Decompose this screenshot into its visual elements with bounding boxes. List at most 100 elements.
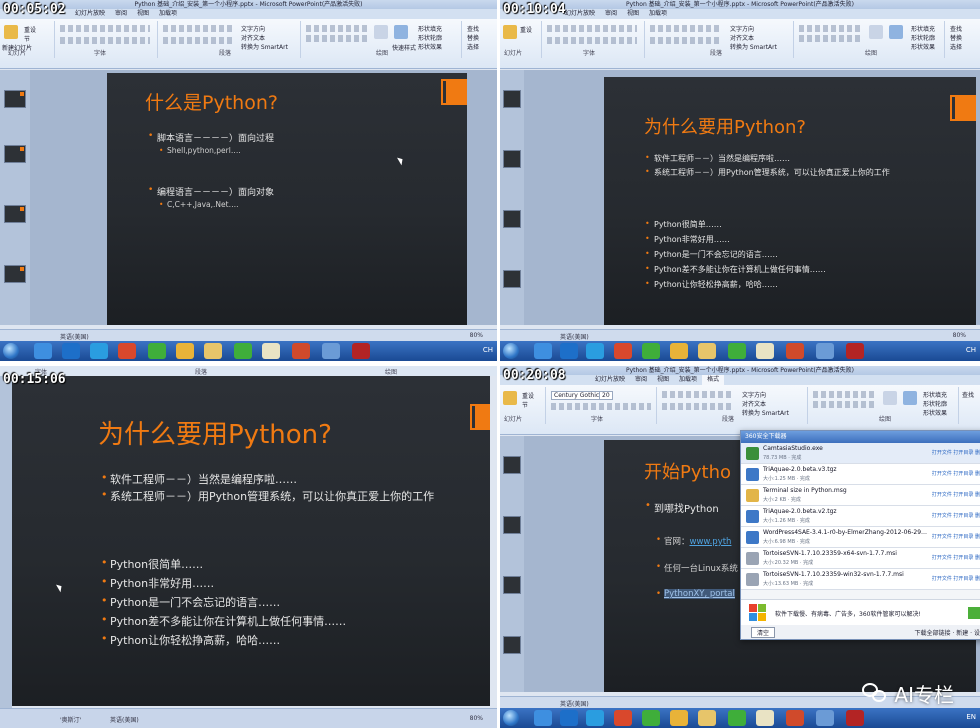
folder-icon[interactable] <box>204 343 222 359</box>
select-button[interactable]: 选择 <box>950 42 962 51</box>
new-slide-icon[interactable] <box>503 391 517 405</box>
slide-thumbnail[interactable] <box>503 210 521 228</box>
taskbar-app-icon[interactable] <box>560 710 578 726</box>
para-row-1[interactable] <box>650 25 722 32</box>
taskbar-app-icon[interactable] <box>560 343 578 359</box>
taskbar-app-icon[interactable] <box>816 343 834 359</box>
slide-thumbnails-pane[interactable] <box>500 436 524 692</box>
powerpoint-icon[interactable] <box>786 343 804 359</box>
taskbar-app-icon[interactable] <box>728 710 746 726</box>
arrange-icon[interactable] <box>374 25 388 39</box>
shape-outline-label[interactable]: 形状轮廓 <box>923 399 947 408</box>
taskbar-app-icon[interactable] <box>148 343 166 359</box>
font-row-1[interactable] <box>547 25 637 32</box>
taskbar-app-icon[interactable] <box>234 343 252 359</box>
font-row-1[interactable] <box>60 25 150 32</box>
taskbar-app-icon[interactable] <box>534 343 552 359</box>
tray-language[interactable]: CH <box>966 346 976 354</box>
slide-thumbnail[interactable] <box>503 90 521 108</box>
shape-outline-label[interactable]: 形状轮廓 <box>911 33 935 42</box>
find-button[interactable]: 查找 <box>962 390 974 399</box>
start-button-icon[interactable] <box>503 343 519 359</box>
taskbar-app-icon[interactable] <box>534 710 552 726</box>
replace-button[interactable]: 替换 <box>467 33 479 42</box>
tray-language[interactable]: CH <box>483 346 493 354</box>
shape-fill-label[interactable]: 形状填充 <box>923 390 947 399</box>
slide-thumbnail[interactable] <box>503 456 521 474</box>
new-slide-icon[interactable] <box>4 25 18 39</box>
download-actions[interactable]: 打开文件 打开目录 删 <box>932 533 980 540</box>
quick-styles-icon[interactable] <box>394 25 408 39</box>
tab-view[interactable]: 视图 <box>622 9 644 19</box>
shape-fill-label[interactable]: 形状填充 <box>418 24 442 33</box>
smartart-label[interactable]: 转换为 SmartArt <box>241 42 288 51</box>
slide-thumbnail[interactable] <box>4 265 26 283</box>
quick-styles-icon[interactable] <box>889 25 903 39</box>
powerpoint-icon[interactable] <box>292 343 310 359</box>
taskbar-app-icon[interactable] <box>118 343 136 359</box>
slide-thumbnail[interactable] <box>503 516 521 534</box>
taskbar-app-icon[interactable] <box>642 343 660 359</box>
slide-thumbnails-pane[interactable] <box>500 70 524 325</box>
taskbar-app-icon[interactable] <box>322 343 340 359</box>
para-row-1[interactable] <box>662 391 734 398</box>
download-actions[interactable]: 打开文件 打开目录 删 <box>932 575 980 582</box>
reset-label[interactable]: 重设 <box>520 25 532 34</box>
download-actions[interactable]: 打开文件 打开目录 删 <box>932 554 980 561</box>
para-row-2[interactable] <box>163 37 235 44</box>
new-download-option[interactable]: 新建 <box>956 630 968 637</box>
align-text-label[interactable]: 对齐文本 <box>730 33 754 42</box>
taskbar-app-icon[interactable] <box>728 343 746 359</box>
slide-thumbnail[interactable] <box>503 150 521 168</box>
font-name-select[interactable]: Century Gothic <box>551 391 603 400</box>
tab-review[interactable]: 审阅 <box>630 375 652 385</box>
taskbar-app-icon[interactable] <box>34 343 52 359</box>
download-actions[interactable]: 打开文件 打开目录 删 <box>932 449 980 456</box>
tab-slideshow[interactable]: 幻灯片放映 <box>590 375 630 385</box>
shapes-row-2[interactable] <box>306 35 370 42</box>
promo-action-button[interactable] <box>968 607 980 619</box>
ie-icon[interactable] <box>586 710 604 726</box>
taskbar-app-icon[interactable] <box>614 710 632 726</box>
smartart-label[interactable]: 转换为 SmartArt <box>730 42 777 51</box>
tab-addins[interactable]: 加载项 <box>154 9 182 19</box>
text-direction-label[interactable]: 文字方向 <box>742 390 766 399</box>
shape-outline-label[interactable]: 形状轮廓 <box>418 33 442 42</box>
slide-thumbnail[interactable] <box>4 205 26 223</box>
taskbar-app-icon[interactable] <box>262 343 280 359</box>
download-item[interactable]: TortoiseSVN-1.7.10.23359-x64-svn-1.7.7.m… <box>741 548 980 569</box>
taskbar-app-icon[interactable] <box>756 343 774 359</box>
text-direction-label[interactable]: 文字方向 <box>730 24 754 33</box>
tab-addins[interactable]: 加载项 <box>674 375 702 385</box>
shapes-row-2[interactable] <box>813 401 877 408</box>
tab-slideshow[interactable]: 幻灯片放映 <box>70 9 110 19</box>
zoom-level[interactable]: 80% <box>470 715 483 722</box>
para-row-1[interactable] <box>163 25 235 32</box>
download-all-links-option[interactable]: 下载全部链接 <box>914 630 950 637</box>
taskbar-app-icon[interactable] <box>614 343 632 359</box>
slide-thumbnails-pane[interactable] <box>0 376 12 708</box>
arrange-icon[interactable] <box>869 25 883 39</box>
tray-language[interactable]: EN <box>966 713 976 721</box>
download-actions[interactable]: 打开文件 打开目录 删 <box>932 470 980 477</box>
powerpoint-icon[interactable] <box>786 710 804 726</box>
font-row-2[interactable] <box>547 37 637 44</box>
slide-canvas[interactable]: 为什么要用Python? 软件工程师－－）当然是编程序啦…… 系统工程师－－）用… <box>604 77 976 325</box>
ie-icon[interactable] <box>586 343 604 359</box>
start-button-icon[interactable] <box>503 710 519 726</box>
download-item[interactable]: WordPress4SAE-3.4.1-r0-by-ElmerZhang-201… <box>741 527 980 548</box>
chrome-icon[interactable] <box>176 343 194 359</box>
reset-label[interactable]: 重设 <box>522 391 534 400</box>
download-item[interactable]: CamtasiaStudio.exe 78.73 MB · 完成 打开文件 打开… <box>741 443 980 464</box>
para-row-2[interactable] <box>650 37 722 44</box>
download-manager-title[interactable]: 360安全下载器 <box>741 431 980 443</box>
tab-view[interactable]: 视图 <box>132 9 154 19</box>
download-actions[interactable]: 打开文件 打开目录 删 <box>932 512 980 519</box>
font-format-row[interactable] <box>551 403 651 410</box>
find-button[interactable]: 查找 <box>467 24 479 33</box>
tab-review[interactable]: 审阅 <box>600 9 622 19</box>
find-button[interactable]: 查找 <box>950 24 962 33</box>
slide-thumbnail[interactable] <box>4 145 26 163</box>
shapes-row-1[interactable] <box>799 25 863 32</box>
zoom-level[interactable]: 80% <box>470 332 483 339</box>
